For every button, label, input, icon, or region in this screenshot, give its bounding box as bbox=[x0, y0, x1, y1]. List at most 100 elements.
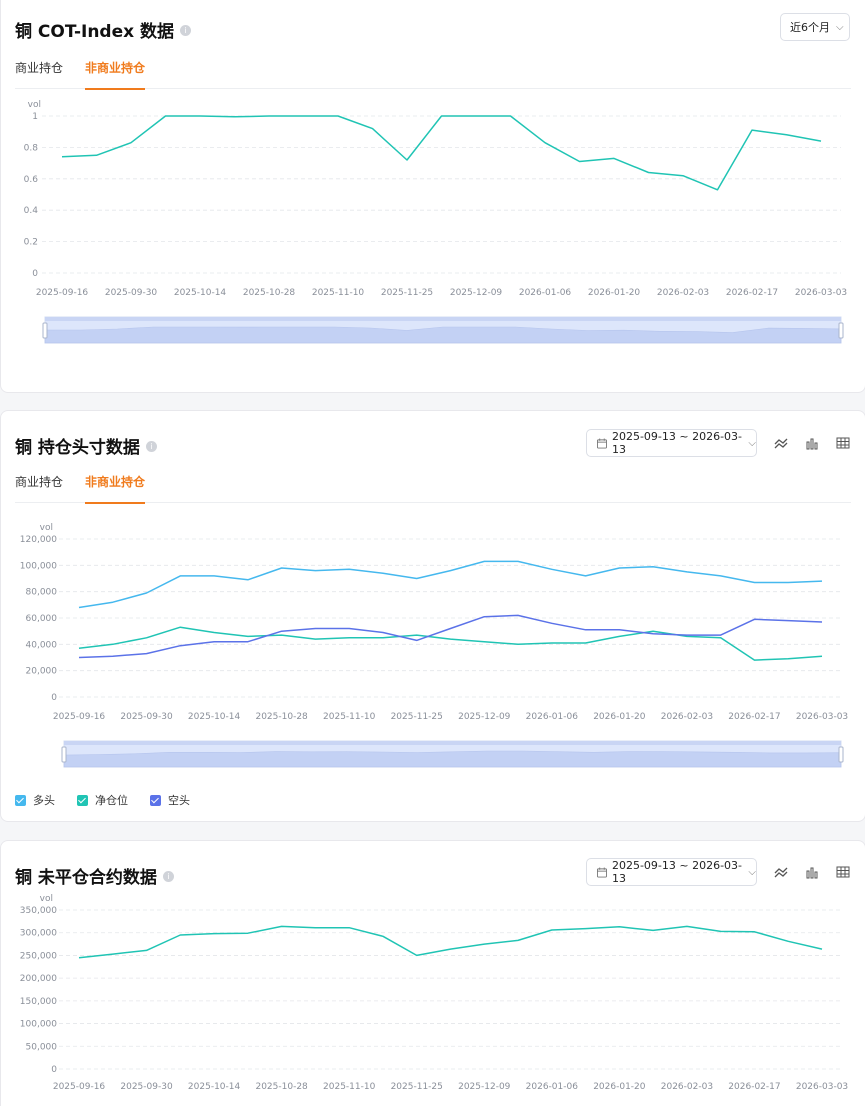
legend-item-long[interactable]: 多头 bbox=[15, 792, 55, 808]
x-tick-label: 2025-09-30 bbox=[120, 1082, 173, 1091]
line-chart-icon[interactable] bbox=[773, 864, 789, 880]
y-tick-label: 0.4 bbox=[24, 206, 39, 216]
chevron-down-icon: ⌵ bbox=[748, 866, 756, 878]
zoom-handle-right[interactable] bbox=[838, 746, 844, 763]
x-tick-label: 2025-09-30 bbox=[105, 288, 158, 298]
legend-label: 多头 bbox=[33, 794, 55, 807]
table-icon[interactable] bbox=[835, 435, 851, 451]
legend-item-short[interactable]: 空头 bbox=[150, 792, 190, 808]
cot-index-chart: vol 0 0.2 0.4 0.6 0.8 1 2025-09-16 2025-09-30 202… bbox=[24, 100, 847, 344]
x-tick-label: 2026-01-06 bbox=[526, 712, 579, 722]
zoom-slider-topbar bbox=[45, 317, 841, 321]
zoom-handle-left[interactable] bbox=[42, 322, 48, 339]
range-dropdown-label: 近6个月 bbox=[790, 21, 830, 34]
y-tick-label: 0 bbox=[51, 1065, 57, 1075]
cot-index-card: 铜 COT-Index 数据 i 近6个月 ⌵ 商业持仓 非商业持仓 vol 0 0.2… bbox=[0, 0, 865, 393]
y-tick-label: 100,000 bbox=[20, 1020, 57, 1030]
x-tick-label: 2025-11-10 bbox=[323, 712, 376, 722]
y-tick-label: 0.2 bbox=[24, 238, 38, 248]
chevron-down-icon: ⌵ bbox=[748, 437, 756, 449]
x-tick-label: 2026-01-06 bbox=[526, 1082, 579, 1091]
position-title: 铜 持仓头寸数据 i bbox=[15, 433, 157, 458]
info-icon[interactable]: i bbox=[145, 440, 157, 452]
position-chart: vol 0 20,000 40,000 60,000 80,000 100,000 120,0… bbox=[20, 523, 848, 768]
y-tick-label: 0.6 bbox=[24, 175, 39, 185]
y-tick-label: 150,000 bbox=[20, 997, 57, 1007]
x-tick-label: 2026-03-03 bbox=[796, 1082, 848, 1091]
tab-noncommercial[interactable]: 非商业持仓 bbox=[85, 475, 146, 504]
x-tick-label: 2025-10-14 bbox=[188, 712, 241, 722]
position-legend: 多头 净仓位 空头 bbox=[15, 792, 190, 808]
x-tick-label: 2026-02-17 bbox=[728, 1082, 780, 1091]
y-tick-label: 120,000 bbox=[20, 535, 57, 545]
zoom-handle-left[interactable] bbox=[61, 746, 67, 763]
y-tick-label: 200,000 bbox=[20, 974, 57, 984]
series-line-2 bbox=[78, 614, 823, 659]
x-tick-label: 2025-10-28 bbox=[255, 712, 308, 722]
legend-label: 净仓位 bbox=[95, 794, 128, 807]
x-tick-label: 2026-02-03 bbox=[661, 712, 713, 722]
position-title-text: 铜 持仓头寸数据 bbox=[15, 438, 140, 458]
legend-item-net[interactable]: 净仓位 bbox=[77, 792, 128, 808]
info-icon[interactable]: i bbox=[162, 870, 174, 882]
x-tick-label: 2025-11-10 bbox=[312, 288, 365, 298]
x-tick-label: 2025-10-14 bbox=[188, 1082, 241, 1091]
calendar-icon bbox=[597, 867, 607, 877]
y-axis-unit-label: vol bbox=[28, 100, 41, 110]
y-axis-unit-label: vol bbox=[40, 894, 53, 904]
table-icon[interactable] bbox=[835, 864, 851, 880]
y-tick-label: 0 bbox=[51, 693, 57, 703]
x-tick-label: 2025-10-28 bbox=[255, 1082, 308, 1091]
y-tick-label: 60,000 bbox=[26, 614, 58, 624]
series-line-0 bbox=[78, 560, 823, 609]
y-tick-label: 0.8 bbox=[24, 143, 39, 153]
x-tick-label: 2026-01-20 bbox=[588, 288, 641, 298]
calendar-icon bbox=[597, 438, 607, 448]
x-tick-label: 2026-01-06 bbox=[519, 288, 572, 298]
zoom-handle-right[interactable] bbox=[838, 322, 844, 339]
x-tick-label: 2026-02-03 bbox=[657, 288, 709, 298]
y-tick-label: 80,000 bbox=[26, 588, 58, 598]
range-dropdown[interactable]: 近6个月 ⌵ bbox=[780, 13, 850, 41]
y-tick-label: 300,000 bbox=[20, 929, 57, 939]
x-tick-label: 2026-01-20 bbox=[593, 1082, 646, 1091]
checkbox-icon bbox=[77, 794, 88, 806]
x-tick-label: 2025-12-09 bbox=[458, 1082, 511, 1091]
date-range-text: 2025-09-13 ~ 2026-03-13 bbox=[611, 430, 743, 456]
position-card: 铜 持仓头寸数据 i 2025-09-13 ~ 2026-03-13 ⌵ 商业持仓 … bbox=[0, 410, 865, 822]
x-tick-label: 2025-11-25 bbox=[391, 1082, 443, 1091]
x-tick-label: 2025-11-25 bbox=[391, 712, 443, 722]
zoom-slider-topbar bbox=[64, 741, 841, 745]
x-tick-label: 2025-09-16 bbox=[53, 1082, 106, 1091]
info-icon[interactable]: i bbox=[180, 24, 192, 36]
x-tick-label: 2026-02-17 bbox=[726, 288, 778, 298]
x-tick-label: 2026-02-03 bbox=[661, 1082, 713, 1091]
line-chart-icon[interactable] bbox=[773, 435, 789, 451]
x-tick-label: 2025-10-14 bbox=[174, 288, 227, 298]
x-tick-label: 2025-11-10 bbox=[323, 1082, 376, 1091]
cot-index-title-text: 铜 COT-Index 数据 bbox=[15, 22, 175, 42]
open-interest-chart: vol 0 50,000 100,000 150,000 200,000 250,000 30… bbox=[20, 894, 848, 1091]
y-tick-label: 350,000 bbox=[20, 906, 57, 916]
tab-commercial[interactable]: 商业持仓 bbox=[15, 61, 63, 89]
y-tick-label: 20,000 bbox=[26, 667, 58, 677]
x-tick-label: 2025-09-16 bbox=[36, 288, 89, 298]
chevron-down-icon: ⌵ bbox=[836, 21, 844, 33]
tab-noncommercial[interactable]: 非商业持仓 bbox=[85, 61, 146, 90]
x-tick-label: 2025-11-25 bbox=[381, 288, 433, 298]
series-line-1 bbox=[78, 626, 823, 661]
x-tick-label: 2025-09-16 bbox=[53, 712, 106, 722]
y-tick-label: 50,000 bbox=[26, 1042, 58, 1052]
series-line-0 bbox=[78, 925, 823, 959]
legend-label: 空头 bbox=[168, 794, 190, 807]
bar-chart-icon[interactable] bbox=[804, 435, 820, 451]
y-tick-label: 1 bbox=[32, 112, 38, 122]
cot-index-title: 铜 COT-Index 数据 i bbox=[15, 17, 192, 42]
open-interest-card: 铜 未平仓合约数据 i 2025-09-13 ~ 2026-03-13 ⌵ vol 0… bbox=[0, 840, 865, 1106]
y-tick-label: 40,000 bbox=[26, 640, 58, 650]
zoom-slider-preview bbox=[63, 750, 842, 768]
x-tick-label: 2025-10-28 bbox=[243, 288, 296, 298]
tab-commercial[interactable]: 商业持仓 bbox=[15, 475, 63, 503]
bar-chart-icon[interactable] bbox=[804, 864, 820, 880]
date-range-picker[interactable]: 2025-09-13 ~ 2026-03-13 ⌵ bbox=[586, 429, 757, 457]
